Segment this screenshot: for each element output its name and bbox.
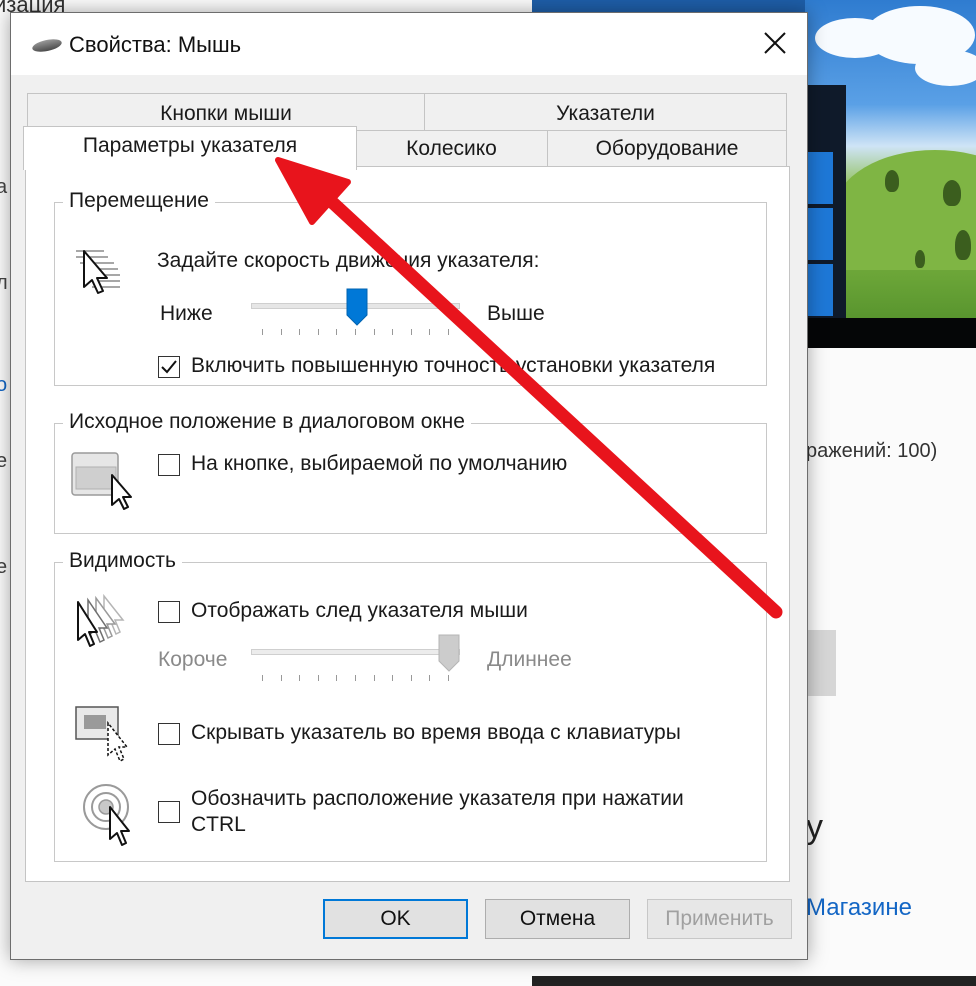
trail-short-label: Короче [158,648,228,671]
slider-tick [392,329,393,335]
faster-label: Выше [487,302,545,325]
slider-tick [355,675,356,681]
slider-tick [281,675,282,681]
background-side-glyph: о [0,374,8,396]
dialog-title: Свойства: Мышь [69,32,242,57]
background-scale-text: ражений: 100) [806,440,938,462]
hide-pointer-label: Скрывать указатель во время ввода с клав… [191,721,681,744]
ctrl-locate-label-line2: CTRL [191,813,246,836]
tab-pointers[interactable]: Указатели [424,93,787,133]
snap-to-default-checkbox[interactable] [158,454,180,476]
mouse-icon [31,37,63,54]
pointer-options-page: Перемещение Задайте скорость движения ук… [25,166,790,882]
speed-label: Задайте скорость движения указателя: [157,249,540,272]
pointer-speed-icon [76,250,120,294]
slider-tick [262,675,263,681]
tab-wheel[interactable]: Колесико [355,130,548,168]
visibility-group-title: Видимость [63,549,182,573]
background-store-link[interactable]: Магазине [806,894,912,922]
background-side-glyph: а [0,176,8,198]
ctrl-locate-icon [83,784,130,846]
pointer-trails-checkbox[interactable] [158,601,180,623]
enhance-precision-checkbox[interactable] [158,356,180,378]
slider-tick [299,675,300,681]
slider-tick [429,675,430,681]
background-bottom-bar [532,976,976,986]
ctrl-locate-label: Обозначить расположение указателя при на… [191,787,684,810]
snap-to-group: Исходное положение в диалоговом окне [54,410,767,534]
close-icon [764,32,786,54]
tab-hardware[interactable]: Оборудование [547,130,787,168]
tab-pointer-options[interactable]: Параметры указателя [23,126,357,170]
background-side-glyph: е [0,450,8,472]
background-button[interactable] [806,630,836,696]
speed-slider-thumb[interactable] [346,288,368,326]
slider-tick [392,675,393,681]
slider-tick [355,329,356,335]
slider-tick [318,329,319,335]
apply-button[interactable]: Применить [647,899,792,939]
checkmark-icon [161,360,177,374]
snap-to-icon [71,452,132,510]
hide-pointer-checkbox[interactable] [158,723,180,745]
background-side-glyph: л [0,272,8,294]
slider-tick [299,329,300,335]
title-bar[interactable]: Свойства: Мышь [11,13,807,75]
background-preview-taskbar [805,318,976,348]
slider-tick [411,675,412,681]
slider-tick [281,329,282,335]
cancel-button[interactable]: Отмена [485,899,630,939]
motion-group-title: Перемещение [63,189,215,213]
ok-button[interactable]: OK [323,899,468,939]
mouse-properties-dialog: Свойства: Мышь Кнопки мыши Указатели Кол… [10,12,808,960]
trail-length-slider-track[interactable] [251,649,460,655]
trail-long-label: Длиннее [487,648,572,671]
slider-tick [262,329,263,335]
trail-length-slider-thumb[interactable] [438,634,460,672]
slider-tick [374,329,375,335]
slider-tick [336,329,337,335]
slider-tick [318,675,319,681]
snap-to-group-title: Исходное положение в диалоговом окне [63,410,471,434]
hide-pointer-icon [75,706,129,763]
pointer-trails-label: Отображать след указателя мыши [191,599,528,622]
snap-to-default-label: На кнопке, выбираемой по умолчанию [191,452,568,475]
background-heading-fragment: у [806,808,823,846]
slider-tick [336,675,337,681]
slower-label: Ниже [160,302,213,325]
slider-tick [448,329,449,335]
slider-tick [411,329,412,335]
enhance-precision-label: Включить повышенную точность установки у… [191,354,716,377]
close-button[interactable] [753,23,797,63]
pointer-trails-icon [77,594,125,647]
slider-tick [374,675,375,681]
slider-tick [448,675,449,681]
background-preview-tiles [805,152,833,324]
background-side-glyph: е [0,556,8,578]
ctrl-locate-checkbox[interactable] [158,801,180,823]
slider-tick [429,329,430,335]
